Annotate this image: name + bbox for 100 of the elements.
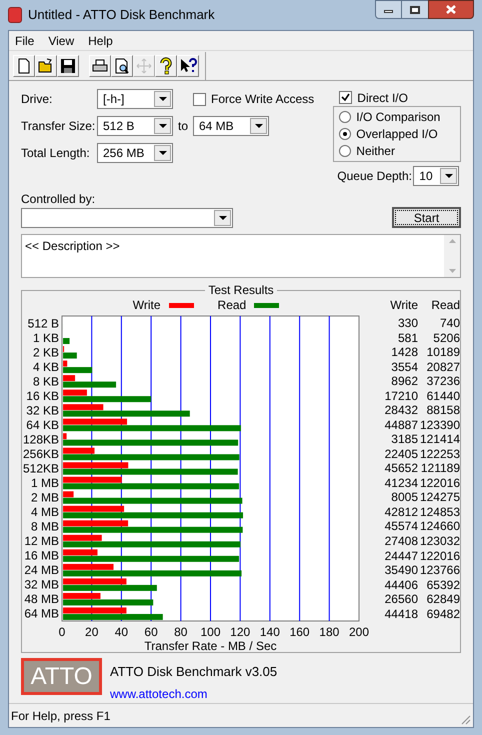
scrollbar[interactable] <box>444 235 460 277</box>
field-label: Controlled by: <box>21 192 96 206</box>
minimize-button[interactable] <box>375 0 402 19</box>
table-cell-text: 44418 <box>384 606 418 623</box>
up-arrow-icon <box>448 239 456 243</box>
field-label: Total Length: <box>21 145 91 162</box>
category-label: 2 KB <box>32 345 59 360</box>
caret-icon <box>254 124 262 128</box>
table-cell-text: 42812 <box>384 504 418 521</box>
drive-dropdown[interactable]: [-h-] <box>97 89 173 109</box>
category-label: 1 MB <box>30 476 59 490</box>
caret-icon <box>158 97 166 101</box>
radio-button[interactable] <box>339 128 352 140</box>
logo: ATTO <box>21 658 102 695</box>
table-cell-text: 330 <box>396 315 418 332</box>
table-cell-text: 65392 <box>426 576 460 594</box>
field-label: Queue Depth: <box>337 168 414 185</box>
category-label: 64 KB <box>26 418 59 432</box>
app-icon <box>8 7 22 23</box>
table-cell-text: 35490 <box>384 562 418 580</box>
down-arrow-icon <box>448 269 456 273</box>
table-cell-text: 8962 <box>390 373 418 390</box>
table-cell-text: 124275 <box>418 489 460 506</box>
print-icon <box>91 56 109 74</box>
table-cell-text: 3554 <box>390 358 418 376</box>
radio-button[interactable] <box>339 111 352 124</box>
field-label: to <box>176 118 189 135</box>
resize-grip-icon <box>460 714 471 725</box>
tick-label: 20 <box>85 625 98 639</box>
toolbar-button[interactable] <box>155 54 177 76</box>
radio-label: I/O Comparison <box>356 109 440 126</box>
bar <box>63 338 70 344</box>
close-button[interactable] <box>428 0 474 19</box>
table-cell-text: 122253 <box>418 446 460 463</box>
table-cell-text: 61440 <box>426 388 460 405</box>
category-label: 4 MB <box>30 505 59 520</box>
size-from-dropdown[interactable]: 512 B <box>97 116 173 136</box>
tick-label: 140 <box>260 625 280 639</box>
toolbar-button[interactable] <box>57 54 79 76</box>
controlled-by-dropdown[interactable] <box>21 208 233 228</box>
radio-button[interactable] <box>339 145 352 158</box>
tick-label: 180 <box>319 625 340 639</box>
category-label: 12 MB <box>24 534 59 548</box>
caret-icon <box>158 124 166 128</box>
menu-item[interactable]: View <box>48 32 74 50</box>
table-cell-text: 3185 <box>390 431 418 448</box>
category-label: 512 B <box>28 316 59 330</box>
toolbar-button[interactable] <box>177 54 199 76</box>
field-label: Transfer Size: <box>21 118 96 135</box>
table-cell-text: 62849 <box>426 591 460 608</box>
tick-label: 0 <box>58 625 66 639</box>
start-button[interactable]: Start <box>392 207 461 228</box>
description-field[interactable]: << Description >> <box>21 234 461 278</box>
menu-item[interactable]: Help <box>88 32 113 50</box>
checkbox[interactable] <box>193 92 206 106</box>
close-icon <box>446 5 456 14</box>
open-icon <box>37 56 55 74</box>
table-cell-text: 37236 <box>426 373 460 390</box>
table-cell-text: 121189 <box>420 460 460 478</box>
table-cell-text: 124660 <box>418 518 460 536</box>
table-cell-text: 20827 <box>426 358 460 376</box>
preview-icon <box>113 56 131 74</box>
length-dropdown[interactable]: 256 MB <box>97 143 173 163</box>
table-cell-text: 44406 <box>384 576 418 594</box>
category-label: 4 KB <box>32 360 59 374</box>
toolbar-button[interactable] <box>111 54 133 76</box>
tick-label: 160 <box>290 625 310 639</box>
category-label: 256KB <box>22 446 59 461</box>
size-to-dropdown[interactable]: 64 MB <box>193 116 269 136</box>
table-cell-text: 581 <box>396 330 418 347</box>
table-cell-text: 8005 <box>390 489 418 506</box>
category-label: 512KB <box>22 462 59 476</box>
table-cell-text: 123032 <box>418 533 460 550</box>
checkbox[interactable] <box>339 91 352 104</box>
radio-label: Neither <box>356 143 395 160</box>
maximize-button[interactable] <box>402 0 428 19</box>
caret-icon <box>444 174 453 178</box>
tick-label: 80 <box>174 625 188 639</box>
queue-depth-dropdown[interactable]: 10 <box>413 166 460 186</box>
toolbar-button[interactable] <box>35 54 57 76</box>
tick-label: 100 <box>200 625 221 639</box>
table-cell-text: 88158 <box>426 402 460 420</box>
checkbox-label: Direct I/O <box>357 90 408 106</box>
menu-item[interactable]: File <box>15 32 34 50</box>
table-cell-text: 124853 <box>418 504 460 521</box>
category-label: 32 MB <box>24 578 59 592</box>
website-link[interactable]: www.attotech.com <box>110 684 278 702</box>
group-title: Test Results <box>207 282 275 299</box>
toolbar-button[interactable] <box>13 54 35 76</box>
window-title: Untitled - ATTO Disk Benchmark <box>28 6 216 24</box>
table-cell-text: 123766 <box>418 562 460 580</box>
table-cell-text: 69482 <box>426 606 460 623</box>
tick-label: 200 <box>348 625 370 639</box>
category-label: 64 MB <box>24 606 59 621</box>
move-icon <box>135 56 153 74</box>
table-cell-text: 27408 <box>384 533 418 550</box>
toolbar-button[interactable] <box>89 54 111 76</box>
table-cell-text: 24447 <box>384 548 418 565</box>
axis-title: Transfer Rate - MB / Sec <box>144 639 277 653</box>
table-cell-text: 122016 <box>418 548 460 565</box>
